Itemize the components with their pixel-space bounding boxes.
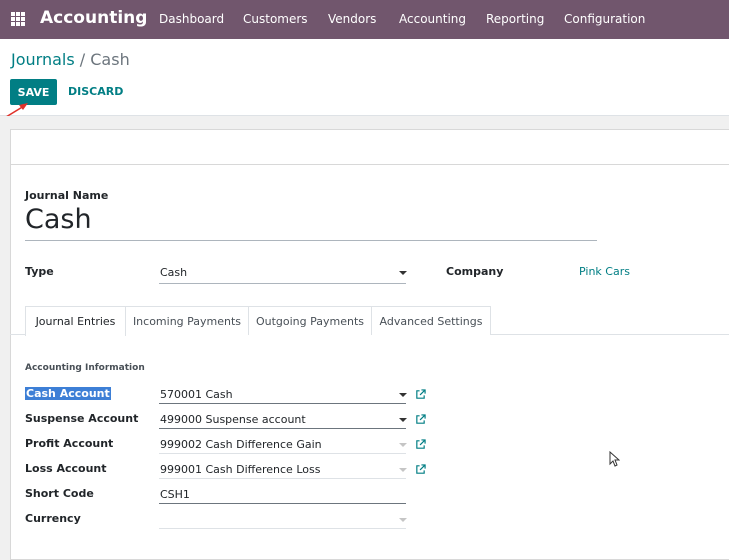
type-select[interactable]: Cash: [160, 266, 187, 279]
type-label: Type: [25, 265, 54, 278]
apps-menu-icon[interactable]: [11, 12, 25, 26]
breadcrumb-separator: /: [79, 50, 86, 69]
menu-configuration[interactable]: Configuration: [564, 12, 645, 26]
journal-name-label: Journal Name: [25, 189, 109, 202]
form-statusbar: [10, 129, 729, 165]
loss-account-dropdown-icon[interactable]: [399, 468, 407, 472]
loss-account-underline: [159, 478, 406, 479]
tab-outgoing-payments[interactable]: Outgoing Payments: [249, 306, 372, 335]
profit-account-underline: [159, 453, 406, 454]
breadcrumb-journals-link[interactable]: Journals: [11, 50, 75, 69]
discard-button[interactable]: DISCARD: [68, 85, 123, 98]
cash-account-select[interactable]: 570001 Cash: [160, 388, 233, 401]
journal-name-input[interactable]: Cash: [25, 204, 92, 235]
menu-accounting[interactable]: Accounting: [399, 12, 466, 26]
external-link-icon[interactable]: [415, 439, 426, 450]
mouse-cursor-icon: [609, 451, 620, 467]
control-panel: Journals / Cash SAVE DISCARD: [0, 39, 729, 116]
tab-incoming-payments[interactable]: Incoming Payments: [126, 306, 249, 335]
loss-account-select[interactable]: 999001 Cash Difference Loss: [160, 463, 320, 476]
profit-account-select[interactable]: 999002 Cash Difference Gain: [160, 438, 322, 451]
currency-underline: [159, 528, 406, 529]
journal-name-underline: [25, 240, 597, 241]
menu-reporting[interactable]: Reporting: [486, 12, 544, 26]
external-link-icon[interactable]: [415, 389, 426, 400]
cash-account-underline: [159, 403, 406, 404]
breadcrumb-current: Cash: [90, 50, 130, 69]
breadcrumb: Journals / Cash: [11, 50, 130, 69]
short-code-underline: [159, 503, 406, 504]
app-brand[interactable]: Accounting: [40, 8, 147, 28]
menu-dashboard[interactable]: Dashboard: [159, 12, 224, 26]
menu-vendors[interactable]: Vendors: [328, 12, 376, 26]
top-navbar: Accounting Dashboard Customers Vendors A…: [0, 0, 729, 39]
profit-account-label: Profit Account: [25, 437, 114, 450]
currency-label: Currency: [25, 512, 81, 525]
company-link[interactable]: Pink Cars: [579, 265, 630, 278]
cash-account-label: Cash Account: [25, 387, 111, 400]
short-code-input[interactable]: CSH1: [160, 488, 190, 501]
loss-account-label: Loss Account: [25, 462, 107, 475]
accounting-information-title: Accounting Information: [25, 363, 145, 373]
type-dropdown-icon[interactable]: [399, 271, 407, 275]
external-link-icon[interactable]: [415, 464, 426, 475]
currency-dropdown-icon[interactable]: [399, 518, 407, 522]
suspense-account-dropdown-icon[interactable]: [399, 418, 407, 422]
suspense-account-underline: [159, 428, 406, 429]
tab-journal-entries[interactable]: Journal Entries: [25, 306, 126, 336]
suspense-account-select[interactable]: 499000 Suspense account: [160, 413, 306, 426]
company-label: Company: [446, 265, 504, 278]
type-underline: [159, 283, 406, 284]
external-link-icon[interactable]: [415, 414, 426, 425]
short-code-label: Short Code: [25, 487, 94, 500]
suspense-account-label: Suspense Account: [25, 412, 139, 425]
profit-account-dropdown-icon[interactable]: [399, 443, 407, 447]
tab-advanced-settings[interactable]: Advanced Settings: [372, 306, 491, 335]
cash-account-dropdown-icon[interactable]: [399, 393, 407, 397]
form-sheet: [10, 129, 729, 560]
menu-customers[interactable]: Customers: [243, 12, 308, 26]
